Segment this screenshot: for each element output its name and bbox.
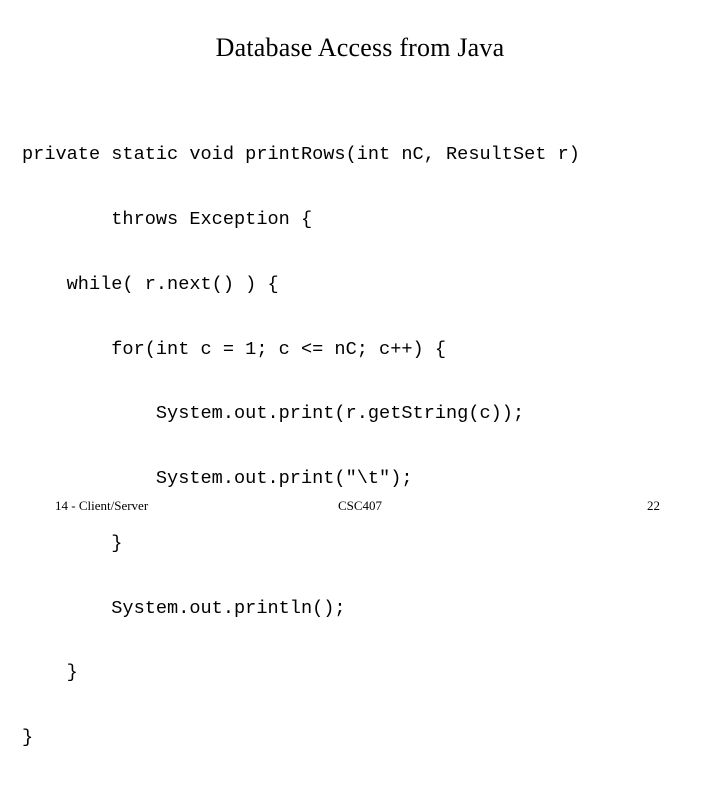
code-block: private static void printRows(int nC, Re… [22,101,712,792]
code-line: } [22,532,123,554]
code-line: System.out.print(r.getString(c)); [22,403,525,425]
code-line: System.out.println(); [22,597,346,619]
code-line: private static void printRows(int nC, Re… [22,144,580,166]
code-line: throws Exception { [22,208,313,230]
code-line: while( r.next() ) { [22,273,279,295]
code-line: System.out.print("\t"); [22,468,413,490]
code-line: for(int c = 1; c <= nC; c++) { [22,338,447,360]
page-title: Database Access from Java [215,33,505,62]
code-line: } [22,727,34,749]
slide-canvas: Database Access from Java private static… [0,0,720,748]
footer-page-number: 22 [647,498,660,513]
code-line: } [22,662,78,684]
slide-footer: 14 - Client/Server CSC407 22 [0,495,720,517]
